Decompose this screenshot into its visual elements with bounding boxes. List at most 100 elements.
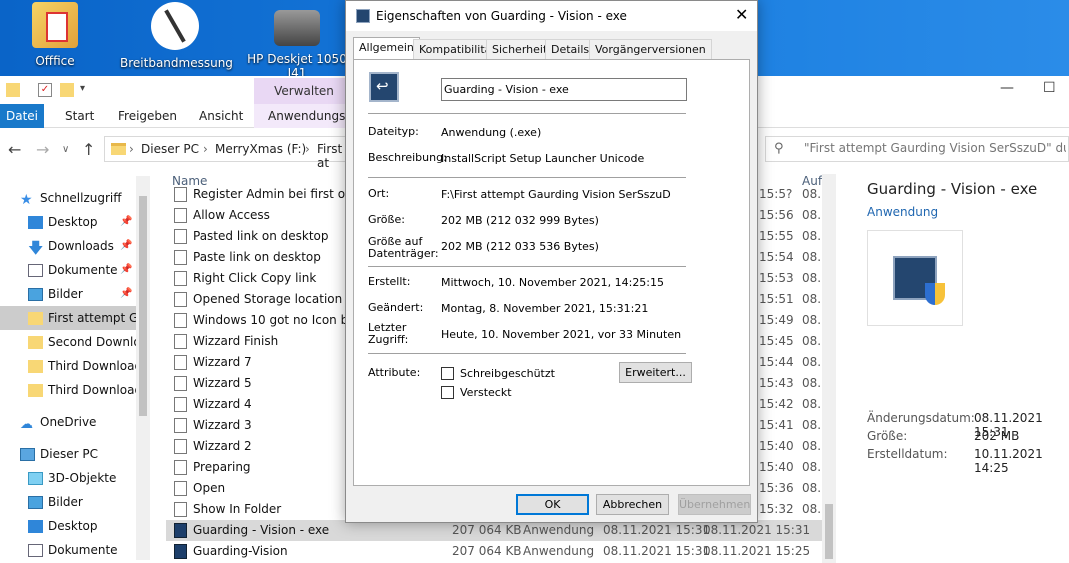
- tab-freigeben[interactable]: Freigeben: [118, 104, 177, 128]
- nav-label: Third Download: [48, 383, 136, 397]
- details-value-created: 10.11.2021 14:25: [974, 447, 1043, 475]
- file-name: Windows 10 got no Icon but: [193, 313, 361, 327]
- desktop-shortcut-label: Breitbandmessung: [120, 56, 233, 70]
- tab-sicherheit[interactable]: Sicherheit: [486, 39, 554, 60]
- search-input[interactable]: [804, 141, 1066, 155]
- nav-dokumente-pc[interactable]: Dokumente: [0, 538, 136, 562]
- pin-icon[interactable]: 📌: [120, 210, 132, 234]
- desktop-shortcut-hp-deskjet[interactable]: HP Deskjet 1050 J41: [242, 2, 352, 80]
- recent-dropdown-icon[interactable]: ∨: [62, 144, 69, 155]
- value-groesse: 202 MB (212 032 999 Bytes): [441, 214, 599, 227]
- cancel-button[interactable]: Abbrechen: [596, 494, 669, 515]
- nav-label: OneDrive: [40, 415, 97, 429]
- folder-icon: [28, 360, 43, 373]
- address-bar[interactable]: › Dieser PC › MerryXmas (F:) › First at: [104, 136, 354, 170]
- hidden-label[interactable]: Versteckt: [460, 386, 512, 399]
- breadcrumb-separator-icon[interactable]: ›: [305, 142, 310, 156]
- tab-ansicht[interactable]: Ansicht: [199, 104, 243, 128]
- breadcrumb-separator-icon[interactable]: ›: [129, 142, 134, 156]
- properties-check-icon[interactable]: ✓: [38, 83, 52, 97]
- value-ort: F:\First attempt Gaurding Vision SerSszu…: [441, 188, 671, 201]
- file-time: 15:32: [759, 502, 794, 516]
- nav-bilder[interactable]: Bilder 📌: [0, 282, 136, 306]
- label-erstellt: Erstellt:: [368, 275, 411, 288]
- download-arrow-icon: 🡇: [28, 239, 44, 257]
- customize-dropdown-icon[interactable]: ▾: [80, 83, 94, 97]
- maximize-icon[interactable]: ☐: [1043, 80, 1056, 96]
- nav-dokumente[interactable]: Dokumente 📌: [0, 258, 136, 282]
- file-time: 15:54: [759, 250, 794, 264]
- file-name-input[interactable]: [441, 78, 687, 101]
- apply-button[interactable]: Übernehmen: [678, 494, 751, 515]
- label-letzter-zugriff-2: Zugriff:: [368, 333, 409, 346]
- readonly-checkbox[interactable]: [441, 367, 454, 380]
- properties-dialog: Eigenschaften von Guarding - Vision - ex…: [345, 0, 758, 523]
- nav-schnellzugriff[interactable]: ★ Schnellzugriff: [0, 186, 136, 210]
- breadcrumb-separator-icon[interactable]: ›: [203, 142, 208, 156]
- nav-first-attempt[interactable]: First attempt Gau: [0, 306, 136, 330]
- tab-start[interactable]: Start: [65, 104, 94, 128]
- back-arrow-icon[interactable]: ←: [8, 140, 21, 159]
- nav-desktop-pc[interactable]: Desktop: [0, 514, 136, 538]
- desktop-shortcut-breitbandmessung[interactable]: Breitbandmessung: [120, 2, 233, 70]
- file-date: 08.11.2021 15:31: [703, 523, 811, 537]
- nav-bilder-pc[interactable]: Bilder: [0, 490, 136, 514]
- tab-datei[interactable]: Datei: [0, 104, 44, 128]
- pin-icon[interactable]: 📌: [120, 234, 132, 258]
- file-size: 207 064 KB: [452, 544, 522, 558]
- nav-third-download[interactable]: Third Download: [0, 354, 136, 378]
- file-list-scrollbar[interactable]: [822, 174, 836, 563]
- file-name: Pasted link on desktop: [193, 229, 329, 243]
- file-name: Open: [193, 481, 226, 495]
- nav-label: Dokumente: [48, 263, 118, 277]
- nav-onedrive[interactable]: ☁ OneDrive: [0, 410, 136, 434]
- pin-icon[interactable]: 📌: [120, 282, 132, 306]
- nav-second-download[interactable]: Second Downloa: [0, 330, 136, 354]
- nav-third-download-2[interactable]: Third Download: [0, 378, 136, 402]
- nav-desktop[interactable]: Desktop 📌: [0, 210, 136, 234]
- desktop-shortcut-office[interactable]: Offfice: [0, 2, 110, 68]
- nav-3d-objekte[interactable]: 3D-Objekte: [0, 466, 136, 490]
- hidden-checkbox[interactable]: [441, 386, 454, 399]
- file-time: 15:40: [759, 439, 794, 453]
- nav-dieser-pc[interactable]: Dieser PC: [0, 442, 136, 466]
- pin-icon[interactable]: 📌: [120, 258, 132, 282]
- details-key-size: Größe:: [867, 429, 908, 443]
- forward-arrow-icon[interactable]: →: [36, 140, 49, 159]
- advanced-button[interactable]: Erweitert...: [619, 362, 692, 383]
- search-box[interactable]: ⚲: [765, 136, 1069, 162]
- image-file-icon: [174, 229, 187, 244]
- file-time: 15:55: [759, 229, 794, 243]
- file-name: Preparing: [193, 460, 251, 474]
- nav-pane-scrollbar[interactable]: [136, 176, 150, 560]
- tab-allgemein[interactable]: Allgemein: [353, 37, 420, 60]
- minimize-icon[interactable]: —: [1000, 80, 1014, 96]
- nav-downloads[interactable]: 🡇 Downloads 📌: [0, 234, 136, 258]
- value-erstellt: Mittwoch, 10. November 2021, 14:25:15: [441, 276, 665, 289]
- file-row[interactable]: Guarding - Vision - exe 207 064 KB Anwendu…: [166, 520, 822, 541]
- new-folder-icon[interactable]: [60, 83, 74, 97]
- close-icon[interactable]: ✕: [735, 5, 748, 24]
- tab-vorgaengerversionen[interactable]: Vorgängerversionen: [589, 39, 712, 60]
- file-row[interactable]: Guarding-Vision 207 064 KB Anwendung 08.11.…: [166, 541, 822, 562]
- file-name: Guarding - Vision - exe: [193, 523, 330, 537]
- ok-button[interactable]: OK: [516, 494, 589, 515]
- folder-icon[interactable]: [6, 83, 20, 97]
- scrollbar-thumb[interactable]: [825, 504, 833, 559]
- desktop-icon: [28, 216, 43, 229]
- scrollbar-thumb[interactable]: [139, 196, 147, 416]
- details-key-created: Erstelldatum:: [867, 447, 948, 461]
- dialog-title-bar[interactable]: Eigenschaften von Guarding - Vision - ex…: [346, 1, 757, 31]
- folder-icon: [28, 336, 43, 349]
- readonly-label[interactable]: Schreibgeschützt: [460, 367, 555, 380]
- breadcrumb-dieser-pc[interactable]: Dieser PC: [141, 142, 199, 156]
- uac-shield-icon: [925, 283, 945, 305]
- tab-details[interactable]: Details: [545, 39, 596, 60]
- pictures-icon: [28, 496, 43, 509]
- up-arrow-icon[interactable]: ↑: [82, 140, 95, 159]
- label-beschreibung: Beschreibung:: [368, 151, 447, 164]
- context-tab-manage[interactable]: Verwalten: [254, 78, 354, 104]
- file-time: 15:45: [759, 334, 794, 348]
- breadcrumb-drive[interactable]: MerryXmas (F:): [215, 142, 306, 156]
- printer-icon: [274, 10, 320, 46]
